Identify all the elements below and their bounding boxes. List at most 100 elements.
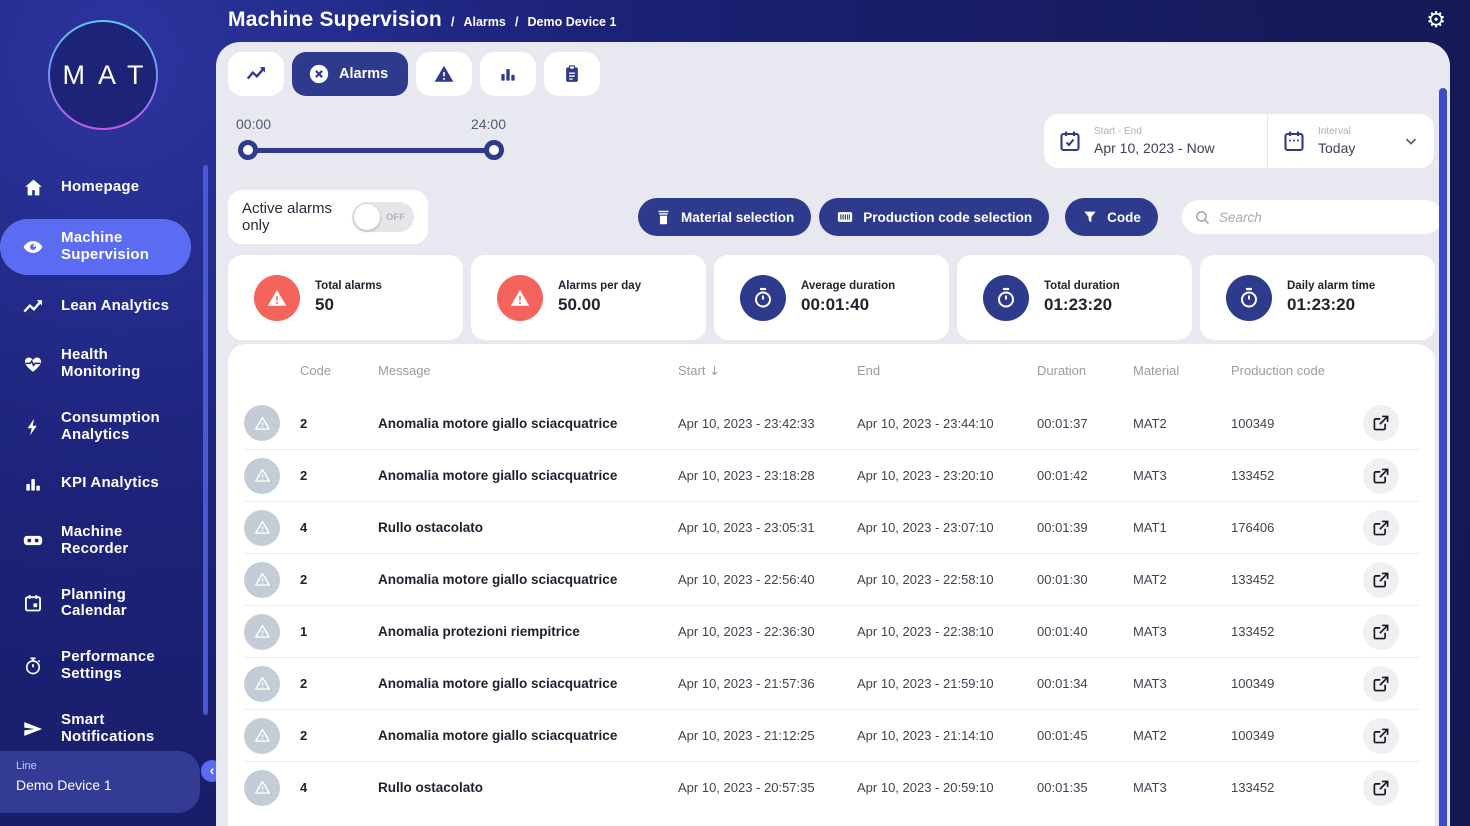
- sidebar-item-smart-notifications[interactable]: Smart Notifications: [0, 704, 205, 754]
- search-input[interactable]: [1219, 209, 1430, 225]
- slider-handle-start[interactable]: [238, 140, 258, 160]
- tab-report[interactable]: [544, 52, 601, 96]
- slider-handle-end[interactable]: [484, 140, 504, 160]
- open-alarm-detail-button[interactable]: [1363, 717, 1399, 754]
- search-box: [1182, 200, 1442, 234]
- breadcrumb-device[interactable]: Demo Device 1: [528, 15, 617, 29]
- column-header-duration[interactable]: Duration: [1037, 363, 1133, 378]
- date-filter-card: Start - End Apr 10, 2023 - Now Interval …: [1044, 114, 1434, 168]
- cell-duration: 00:01:42: [1037, 468, 1088, 483]
- code-filter-button[interactable]: Code: [1065, 198, 1158, 236]
- sidebar-item-label: Homepage: [61, 177, 140, 195]
- funnel-icon: [1084, 211, 1096, 223]
- interval-label: Interval: [1318, 126, 1351, 137]
- clipboard-icon: [566, 65, 579, 82]
- tab-warnings[interactable]: [416, 52, 473, 96]
- cell-message: Anomalia protezioni riempitrice: [378, 624, 580, 639]
- settings-gear-icon[interactable]: ⚙: [1426, 8, 1446, 33]
- chevron-down-icon[interactable]: [1402, 132, 1420, 150]
- sidebar-item-homepage[interactable]: Homepage: [0, 168, 205, 206]
- main-panel: Alarms 00:00 24:00 Start - End Apr 10, 2…: [216, 42, 1450, 826]
- device-card[interactable]: Line Demo Device 1: [0, 751, 200, 813]
- page-scrollbar[interactable]: [1439, 88, 1447, 826]
- cell-code: 4: [300, 520, 308, 535]
- sidebar-item-planning-calendar[interactable]: Planning Calendar: [0, 579, 205, 629]
- cell-production-code: 100349: [1231, 415, 1275, 431]
- cell-code: 2: [300, 468, 308, 483]
- alarm-row-icon: [244, 561, 280, 598]
- cell-end: Apr 10, 2023 - 23:20:10: [857, 468, 994, 483]
- open-alarm-detail-button[interactable]: [1363, 457, 1399, 494]
- cell-code: 2: [300, 415, 308, 431]
- slider-track[interactable]: [230, 140, 512, 162]
- cell-production-code: 133452: [1231, 468, 1275, 483]
- stat-label: Total alarms: [315, 280, 382, 292]
- material-selection-button[interactable]: Material selection: [638, 198, 812, 236]
- stat-value: 00:01:40: [801, 295, 870, 314]
- sidebar-item-kpi-analytics[interactable]: KPI Analytics: [0, 465, 205, 503]
- table-row: 2 Anomalia motore giallo sciacquatrice A…: [244, 553, 1419, 605]
- alarm-cancel-icon: [309, 64, 329, 84]
- tab-alarms[interactable]: Alarms: [292, 52, 409, 96]
- tab-alarms-label: Alarms: [339, 66, 389, 82]
- cell-end: Apr 10, 2023 - 20:59:10: [857, 780, 994, 795]
- sidebar-item-health-monitoring[interactable]: Health Monitoring: [0, 339, 205, 389]
- sidebar-scrollbar[interactable]: [203, 165, 208, 715]
- cell-message: Rullo ostacolato: [378, 520, 484, 535]
- stat-label: Alarms per day: [558, 280, 642, 292]
- bar-chart-icon: [501, 69, 515, 81]
- tab-statistics[interactable]: [480, 52, 537, 96]
- sidebar-item-machine-supervision[interactable]: Machine Supervision: [0, 219, 191, 275]
- column-header-production-code[interactable]: Production code: [1231, 363, 1363, 378]
- sidebar: MAT Homepage Machine Supervision Lean An…: [0, 0, 223, 826]
- open-alarm-detail-button[interactable]: [1363, 769, 1399, 806]
- open-alarm-detail-button[interactable]: [1363, 561, 1399, 598]
- stat-label: Total duration: [1044, 280, 1120, 292]
- sidebar-item-label: Performance Settings: [61, 648, 155, 683]
- logo-text: MAT: [62, 59, 157, 90]
- active-alarms-card: Active alarms only OFF: [228, 190, 428, 244]
- open-alarm-detail-button[interactable]: [1363, 613, 1399, 650]
- cell-start: Apr 10, 2023 - 22:56:40: [678, 572, 815, 587]
- stat-value: 01:23:20: [1044, 295, 1113, 314]
- cell-duration: 00:01:45: [1037, 728, 1088, 743]
- column-header-start[interactable]: Start ↓: [678, 363, 857, 378]
- start-end-picker[interactable]: Start - End Apr 10, 2023 - Now: [1044, 114, 1268, 168]
- open-alarm-detail-button[interactable]: [1363, 405, 1399, 441]
- start-end-value: Apr 10, 2023 - Now: [1094, 140, 1215, 156]
- cell-message: Anomalia motore giallo sciacquatrice: [378, 572, 618, 587]
- sidebar-item-lean-analytics[interactable]: Lean Analytics: [0, 288, 205, 326]
- table-row: 2 Anomalia motore giallo sciacquatrice A…: [244, 657, 1419, 709]
- column-header-end[interactable]: End: [857, 363, 1037, 378]
- active-alarms-toggle[interactable]: OFF: [352, 202, 414, 232]
- sidebar-item-machine-recorder[interactable]: Machine Recorder: [0, 516, 205, 566]
- interval-select[interactable]: Interval Today: [1268, 114, 1434, 168]
- breadcrumb-alarms[interactable]: Alarms: [463, 15, 505, 29]
- column-header-material[interactable]: Material: [1133, 363, 1231, 378]
- start-end-label: Start - End: [1094, 126, 1142, 137]
- filter-row: Active alarms only OFF Material selectio…: [228, 190, 1442, 244]
- tab-trends[interactable]: [228, 52, 284, 96]
- cell-code: 2: [300, 728, 308, 743]
- stat-value: 50.00: [558, 295, 601, 314]
- device-line-label: Line: [16, 760, 37, 772]
- sidebar-item-label: Lean Analytics: [61, 297, 170, 315]
- open-alarm-detail-button[interactable]: [1363, 665, 1399, 702]
- stat-label: Daily alarm time: [1287, 280, 1376, 292]
- cell-code: 2: [300, 676, 308, 691]
- sidebar-item-performance-settings[interactable]: Performance Settings: [0, 641, 205, 691]
- breadcrumb-separator: /: [514, 14, 519, 29]
- table-row: 2 Anomalia motore giallo sciacquatrice A…: [244, 449, 1419, 501]
- column-header-code[interactable]: Code: [300, 363, 378, 378]
- trend-icon: [22, 296, 44, 318]
- column-header-message[interactable]: Message: [378, 363, 678, 378]
- barcode-icon: [838, 212, 853, 222]
- trend-icon: [246, 67, 265, 80]
- slider-line: [246, 148, 502, 153]
- bolt-icon: [22, 416, 44, 438]
- stopwatch-icon: [22, 655, 44, 677]
- sidebar-item-consumption-analytics[interactable]: Consumption Analytics: [0, 402, 205, 452]
- production-code-selection-button[interactable]: Production code selection: [819, 198, 1050, 236]
- sidebar-item-label: Smart Notifications: [61, 711, 155, 746]
- open-alarm-detail-button[interactable]: [1363, 509, 1399, 546]
